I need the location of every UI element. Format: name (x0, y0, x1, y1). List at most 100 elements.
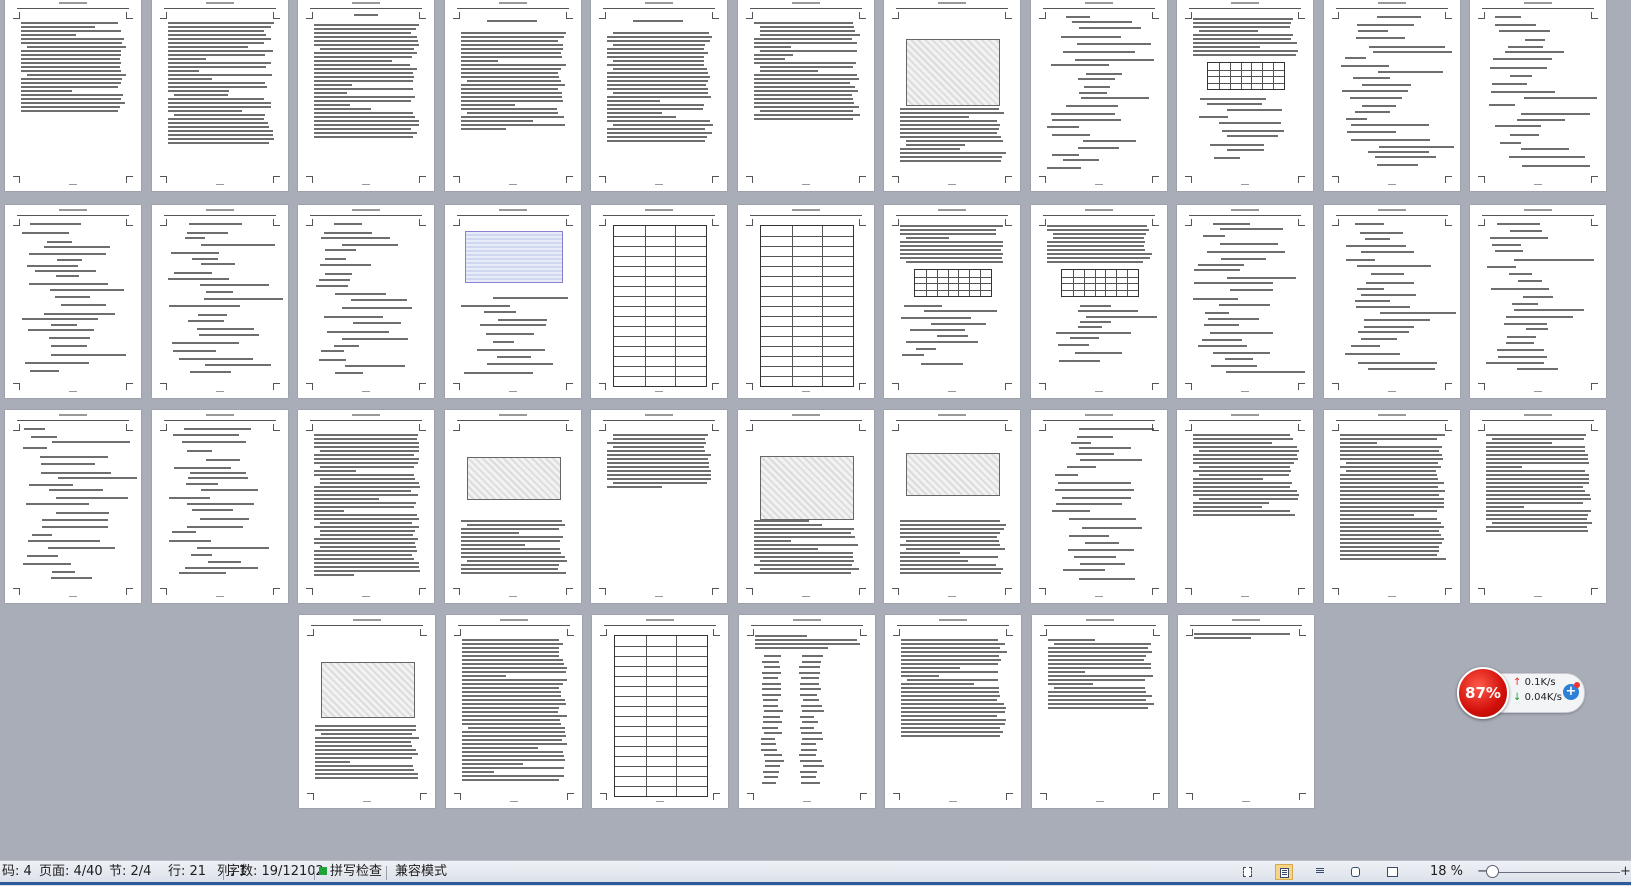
page-thumbnail[interactable] (591, 205, 727, 398)
section-indicator[interactable]: 节: 2/4 (109, 861, 151, 883)
text-line (21, 26, 95, 28)
page-thumbnail[interactable] (1324, 205, 1460, 398)
page-thumbnail[interactable] (738, 410, 874, 603)
text-line (1225, 371, 1305, 374)
word-count[interactable]: 字数: 19/12102 (227, 861, 324, 883)
page-thumbnail[interactable] (298, 410, 434, 603)
page-thumbnail[interactable] (1032, 615, 1168, 808)
page-code[interactable]: 码: 4 (2, 861, 32, 883)
text-line (461, 32, 567, 34)
text-line (1340, 558, 1446, 560)
text-line (1062, 497, 1131, 500)
page-thumbnail[interactable] (885, 615, 1021, 808)
text-line (1490, 90, 1555, 93)
text-line (1517, 119, 1565, 122)
fullscreen-reading-icon[interactable] (1239, 864, 1257, 880)
page-thumbnail[interactable] (152, 0, 288, 191)
zoom-slider-track[interactable] (1493, 872, 1620, 873)
page-thumbnail[interactable] (1470, 410, 1606, 603)
list-item (800, 759, 822, 762)
text-line (1047, 241, 1145, 243)
list-item (761, 748, 778, 751)
page-thumbnail[interactable] (592, 615, 728, 808)
page-thumbnail[interactable] (445, 0, 581, 191)
page-thumbnail[interactable] (298, 205, 434, 398)
page-thumbnail[interactable] (299, 615, 435, 808)
page-thumbnail[interactable] (445, 410, 581, 603)
reading-layout-icon[interactable] (1383, 864, 1401, 880)
page-thumbnail[interactable] (1324, 410, 1460, 603)
document-workspace[interactable] (0, 0, 1631, 860)
page-thumbnail[interactable] (1178, 615, 1314, 808)
text-line (1346, 244, 1407, 247)
text-line (1086, 72, 1123, 75)
text-line (904, 305, 943, 307)
zoom-level[interactable]: 18 % (1430, 861, 1463, 883)
page-thumbnail[interactable] (1177, 0, 1313, 191)
text-line (462, 759, 566, 761)
page-thumbnail[interactable] (152, 205, 288, 398)
spell-check-toggle[interactable]: 拼写检查 (319, 861, 382, 883)
text-line (900, 229, 997, 231)
page-thumbnail[interactable] (591, 0, 727, 191)
page-thumbnail[interactable] (1177, 410, 1313, 603)
page-view-icon[interactable] (1275, 864, 1293, 880)
crop-mark (1185, 588, 1192, 595)
list-item (800, 693, 818, 696)
page-thumbnail[interactable] (1470, 0, 1606, 191)
crop-mark (566, 424, 573, 431)
text-line (314, 24, 420, 26)
text-line (1379, 312, 1456, 315)
page-thumbnail[interactable] (5, 205, 141, 398)
page-thumbnail[interactable] (445, 205, 581, 398)
page-thumbnail[interactable] (5, 410, 141, 603)
text-line (316, 284, 348, 287)
text-line (754, 62, 856, 64)
line-indicator[interactable]: 行: 21 (168, 861, 206, 883)
page-header-text (59, 2, 87, 4)
page-header-text (59, 209, 87, 211)
page-thumbnail[interactable] (884, 410, 1020, 603)
page-thumbnail[interactable] (1031, 0, 1167, 191)
text-line (462, 667, 568, 669)
page-thumbnail[interactable] (5, 0, 141, 191)
memory-usage-badge[interactable]: 87% (1457, 667, 1509, 719)
page-thumbnail[interactable] (1324, 0, 1460, 191)
page-thumbnail[interactable] (1031, 410, 1167, 603)
page-thumbnail[interactable] (446, 615, 582, 808)
page-indicator[interactable]: 页面: 4/40 (39, 861, 103, 883)
page-thumbnail[interactable] (884, 0, 1020, 191)
network-speed-widget[interactable]: 87% ↑ 0.1K/s ↓ 0.04K/s + (1457, 667, 1587, 719)
page-thumbnail[interactable] (1031, 205, 1167, 398)
text-line (1062, 569, 1105, 572)
page-thumbnail[interactable] (738, 0, 874, 191)
text-line (755, 647, 829, 649)
page-thumbnail[interactable] (298, 0, 434, 191)
text-line (1496, 223, 1540, 225)
page-thumbnail[interactable] (1177, 205, 1313, 398)
crop-mark (273, 383, 280, 390)
crop-mark (160, 588, 167, 595)
text-line (314, 458, 420, 460)
text-line (1495, 125, 1541, 128)
zoom-slider-handle[interactable] (1486, 865, 1499, 878)
page-thumbnail[interactable] (152, 410, 288, 603)
text-line (1193, 454, 1298, 456)
page-thumbnail[interactable] (884, 205, 1020, 398)
text-line (607, 112, 662, 114)
crop-mark (599, 176, 606, 183)
page-thumbnail[interactable] (739, 615, 875, 808)
web-view-icon[interactable] (1347, 864, 1365, 880)
outline-view-icon[interactable] (1311, 864, 1329, 880)
text-line (1495, 249, 1523, 252)
text-line (1193, 458, 1298, 460)
text-line (315, 741, 412, 743)
page-thumbnail[interactable] (738, 205, 874, 398)
table-column (644, 226, 646, 386)
zoom-in-button[interactable]: + (1620, 865, 1631, 878)
page-thumbnail[interactable] (591, 410, 727, 603)
text-line (1194, 268, 1241, 271)
page-thumbnail[interactable] (1470, 205, 1606, 398)
text-line (54, 296, 90, 299)
list-item (799, 770, 817, 773)
